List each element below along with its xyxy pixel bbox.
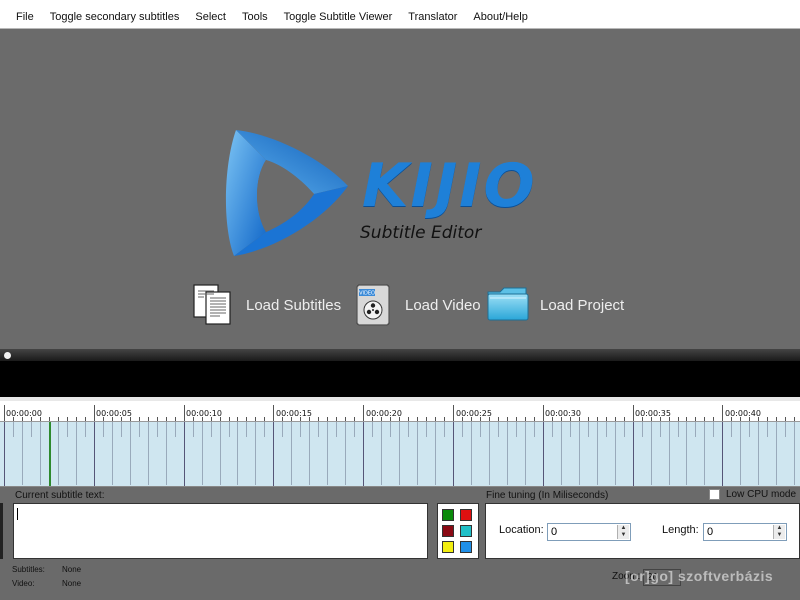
kijio-logo: KIJIO Subtitle Editor	[214, 124, 614, 264]
current-subtitle-label: Current subtitle text:	[15, 490, 105, 501]
color-swatch-yellow[interactable]	[442, 541, 454, 553]
watermark: [or]go] szoftverbázis	[625, 568, 774, 584]
color-swatch-green[interactable]	[442, 509, 454, 521]
folder-icon	[487, 287, 529, 321]
documents-icon	[193, 284, 231, 325]
location-spin-buttons[interactable]: ▲ ▼	[617, 525, 629, 539]
play-triangle-logo-icon	[225, 130, 348, 256]
load-video-button[interactable]: VIDEO Load Video	[353, 282, 481, 328]
subtitle-preview-bar	[0, 361, 800, 397]
spin-down-icon[interactable]: ▼	[774, 532, 785, 539]
menu-tools[interactable]: Tools	[234, 11, 276, 23]
menu-toggle-secondary-subtitles[interactable]: Toggle secondary subtitles	[42, 11, 188, 23]
length-spin-buttons[interactable]: ▲ ▼	[773, 525, 785, 539]
color-swatch-red[interactable]	[460, 509, 472, 521]
seek-handle[interactable]	[4, 352, 11, 359]
menu-file[interactable]: File	[8, 11, 42, 23]
color-swatch-blue[interactable]	[460, 541, 472, 553]
video-badge-text: VIDEO	[359, 291, 375, 297]
fine-tuning-label: Fine tuning (In Miliseconds)	[486, 490, 609, 501]
spin-down-icon[interactable]: ▼	[618, 532, 629, 539]
menu-select[interactable]: Select	[187, 11, 234, 23]
location-stepper[interactable]: 0 ▲ ▼	[547, 523, 631, 541]
brand-name: KIJIO	[362, 151, 537, 221]
location-value: 0	[551, 526, 558, 538]
length-stepper[interactable]: 0 ▲ ▼	[703, 523, 787, 541]
subtitles-status-label: Subtitles:	[12, 565, 45, 574]
brand-subtitle: Subtitle Editor	[360, 223, 482, 243]
app-window: File Toggle secondary subtitles Select T…	[0, 0, 800, 600]
seek-bar[interactable]	[0, 349, 800, 361]
subtitle-track[interactable]	[0, 422, 800, 487]
load-project-button[interactable]: Load Project	[486, 282, 624, 328]
menu-translator[interactable]: Translator	[400, 11, 465, 23]
fine-tuning-box: Location: 0 ▲ ▼ Length: 0 ▲ ▼	[485, 503, 800, 559]
load-subtitles-button[interactable]: Load Subtitles	[190, 282, 341, 328]
location-label: Location:	[499, 524, 544, 536]
spin-up-icon[interactable]: ▲	[618, 525, 629, 532]
panel-edge	[0, 503, 3, 559]
load-video-label: Load Video	[405, 296, 481, 314]
video-status-value: None	[62, 579, 82, 588]
color-swatch-dark-red[interactable]	[442, 525, 454, 537]
length-label: Length:	[662, 524, 699, 536]
length-value: 0	[707, 526, 714, 538]
color-palette	[437, 503, 479, 559]
load-subtitles-label: Load Subtitles	[246, 296, 342, 314]
video-area: KIJIO Subtitle Editor Load Subtitles VID…	[0, 29, 800, 349]
menu-about-help[interactable]: About/Help	[465, 11, 535, 23]
current-subtitle-input[interactable]	[13, 503, 428, 559]
video-file-icon: VIDEO	[356, 284, 390, 326]
menu-bar: File Toggle secondary subtitles Select T…	[0, 5, 800, 29]
load-project-label: Load Project	[540, 296, 625, 314]
low-cpu-checkbox[interactable]	[709, 489, 720, 500]
menu-toggle-subtitle-viewer[interactable]: Toggle Subtitle Viewer	[276, 11, 401, 23]
spin-up-icon[interactable]: ▲	[774, 525, 785, 532]
color-swatch-cyan[interactable]	[460, 525, 472, 537]
subtitles-status-value: None	[62, 565, 82, 574]
video-status-label: Video:	[12, 579, 35, 588]
timeline[interactable]: 00:00:00 00:00:05 00:00:10 00:00:15 00:0…	[0, 401, 800, 487]
low-cpu-label: Low CPU mode	[726, 489, 797, 500]
text-caret	[17, 508, 18, 520]
playhead[interactable]	[49, 422, 51, 486]
